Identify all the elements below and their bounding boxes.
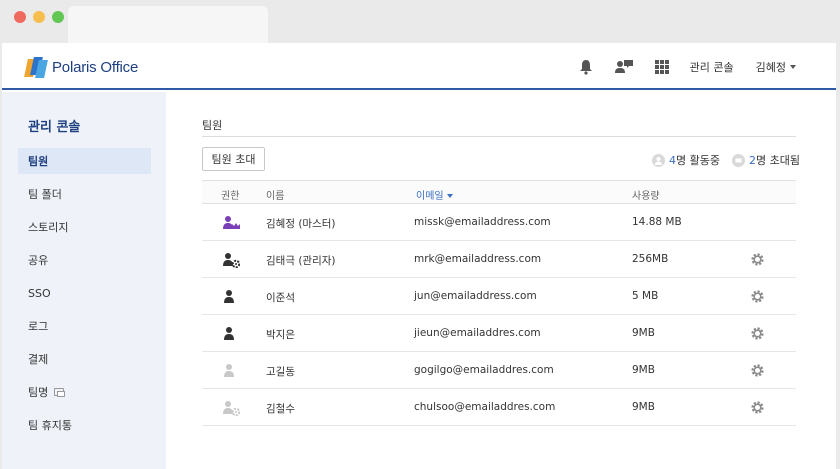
member-user-icon <box>224 290 234 303</box>
active-stat: 4 명 활동중 <box>652 152 720 168</box>
user-circle-icon <box>652 153 666 167</box>
close-window-button[interactable] <box>14 11 26 23</box>
members-table: 권한 이름 이메일 사용량 김혜정 (마스터) missk@emailaddre… <box>202 180 796 426</box>
minimize-window-button[interactable] <box>33 11 45 23</box>
settings-gear-icon[interactable] <box>750 363 765 378</box>
sidebar-item-label: 결제 <box>28 353 49 366</box>
column-header-email-label: 이메일 <box>416 191 444 202</box>
invited-stat: 2 명 초대됨 <box>732 152 800 168</box>
sidebar-item-label: 스토리지 <box>28 221 69 234</box>
sidebar-item-label: 팀 폴더 <box>28 188 62 201</box>
member-usage: 14.88 MB <box>632 216 682 228</box>
main-content: 팀원 팀원 초대 4 명 활동중 2 명 초대됨 권한 이름 이메일 사용량 김… <box>202 92 800 469</box>
sidebar-item-label: 팀명 <box>28 386 49 399</box>
divider <box>202 136 796 137</box>
sort-desc-icon <box>446 194 453 198</box>
sidebar-item-billing[interactable]: 결제 <box>18 346 151 372</box>
member-email: missk@emailaddress.com <box>414 216 551 228</box>
sidebar-item-team-name[interactable]: 팀명 <box>18 379 151 405</box>
sidebar-item-team-trash[interactable]: 팀 휴지통 <box>18 412 151 438</box>
inactive-user-icon <box>224 364 234 377</box>
browser-tab[interactable] <box>68 6 268 43</box>
top-header: Polaris Office 관리 콘솔 김혜정 <box>2 43 836 90</box>
sidebar-item-log[interactable]: 로그 <box>18 313 151 339</box>
table-header: 권한 이름 이메일 사용량 <box>202 180 796 204</box>
table-row[interactable]: 고길동 gogilgo@emailaddres.com 9MB <box>202 352 796 389</box>
logo-mark-icon <box>24 56 48 78</box>
member-name: 김철수 <box>266 403 295 415</box>
mail-circle-icon <box>732 153 746 167</box>
member-usage: 9MB <box>632 327 655 339</box>
browser-window: Polaris Office 관리 콘솔 김혜정 관리 콘솔 팀원 팀 폴더 스… <box>0 0 840 469</box>
sidebar-item-team-folder[interactable]: 팀 폴더 <box>18 181 151 207</box>
table-row[interactable]: 김혜정 (마스터) missk@emailaddress.com 14.88 M… <box>202 204 796 241</box>
header-actions: 관리 콘솔 김혜정 <box>576 43 836 90</box>
bell-icon[interactable] <box>576 57 596 77</box>
invited-label: 명 초대됨 <box>756 154 800 167</box>
table-row[interactable]: 김태극 (관리자) mrk@emailaddress.com 256MB <box>202 241 796 278</box>
invite-member-button[interactable]: 팀원 초대 <box>202 147 265 171</box>
browser-chrome <box>0 0 840 43</box>
column-header-email[interactable]: 이메일 <box>416 187 453 202</box>
member-name: 이준석 <box>266 292 295 304</box>
chevron-down-icon <box>790 64 796 69</box>
settings-gear-icon[interactable] <box>750 289 765 304</box>
member-name: 고길동 <box>266 366 295 378</box>
sidebar-item-share[interactable]: 공유 <box>18 247 151 273</box>
settings-gear-icon[interactable] <box>750 326 765 341</box>
copy-icon <box>54 388 66 397</box>
inactive-admin-icon <box>223 401 240 416</box>
member-usage: 5 MB <box>632 290 659 302</box>
sidebar-title: 관리 콘솔 <box>28 120 81 135</box>
settings-gear-icon[interactable] <box>750 400 765 415</box>
sidebar-item-members[interactable]: 팀원 <box>18 148 151 174</box>
member-user-icon <box>224 327 234 340</box>
member-email: chulsoo@emailaddres.com <box>414 401 556 413</box>
member-usage: 9MB <box>632 364 655 376</box>
active-label: 명 활동중 <box>676 154 721 167</box>
sidebar-item-sso[interactable]: SSO <box>18 280 151 306</box>
member-name: 김태극 (관리자) <box>266 255 336 267</box>
sidebar-item-label: 팀 휴지통 <box>28 419 72 432</box>
logo-text: Polaris Office <box>52 58 139 76</box>
table-row[interactable]: 김철수 chulsoo@emailaddres.com 9MB <box>202 389 796 426</box>
member-usage: 256MB <box>632 253 669 265</box>
sidebar-item-label: 팀원 <box>28 155 49 168</box>
polaris-office-logo[interactable]: Polaris Office <box>24 55 138 79</box>
member-usage: 9MB <box>632 401 655 413</box>
user-name: 김혜정 <box>755 60 786 74</box>
sidebar-item-label: 로그 <box>28 320 49 333</box>
active-count: 4 <box>669 153 677 167</box>
page: Polaris Office 관리 콘솔 김혜정 관리 콘솔 팀원 팀 폴더 스… <box>2 43 836 469</box>
member-name: 박지은 <box>266 329 295 341</box>
page-title: 팀원 <box>202 119 223 132</box>
table-row[interactable]: 박지은 jieun@emailaddres.com 9MB <box>202 315 796 352</box>
member-stats: 4 명 활동중 2 명 초대됨 <box>640 152 800 168</box>
member-name: 김혜정 (마스터) <box>266 218 336 230</box>
member-email: mrk@emailaddress.com <box>414 253 542 265</box>
member-email: jun@emailaddress.com <box>414 290 537 302</box>
settings-gear-icon[interactable] <box>750 252 765 267</box>
member-email: jieun@emailaddres.com <box>414 327 541 339</box>
sidebar-item-storage[interactable]: 스토리지 <box>18 214 151 240</box>
team-chat-icon[interactable] <box>614 57 634 77</box>
admin-console-link[interactable]: 관리 콘솔 <box>690 59 734 75</box>
sidebar-item-label: SSO <box>28 286 51 300</box>
column-header-name[interactable]: 이름 <box>266 187 284 202</box>
sidebar: 관리 콘솔 팀원 팀 폴더 스토리지 공유 SSO 로그 결제 팀명 팀 휴지통 <box>2 92 166 469</box>
table-row[interactable]: 이준석 jun@emailaddress.com 5 MB <box>202 278 796 315</box>
admin-user-icon <box>223 253 240 268</box>
invited-count: 2 <box>749 153 757 167</box>
column-header-role[interactable]: 권한 <box>221 187 239 202</box>
user-menu[interactable]: 김혜정 <box>756 59 796 75</box>
maximize-window-button[interactable] <box>52 11 64 23</box>
column-header-usage[interactable]: 사용량 <box>632 187 660 202</box>
sidebar-item-label: 공유 <box>28 254 49 267</box>
master-user-icon <box>223 216 240 229</box>
member-email: gogilgo@emailaddres.com <box>414 364 554 376</box>
apps-grid-icon[interactable] <box>652 57 672 77</box>
